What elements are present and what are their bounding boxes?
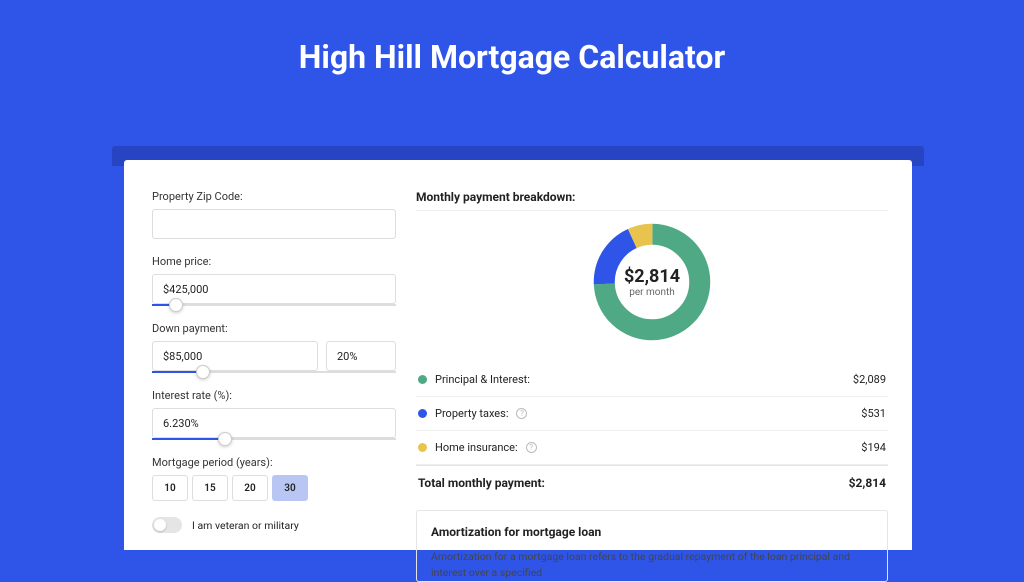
period-10[interactable]: 10 — [152, 475, 188, 501]
down-payment-slider[interactable] — [152, 371, 396, 373]
breakdown-panel: Monthly payment breakdown: $2,814 per mo… — [416, 190, 888, 550]
page-title: High Hill Mortgage Calculator — [0, 38, 1024, 76]
breakdown-title: Monthly payment breakdown: — [416, 190, 888, 204]
interest-rate-label: Interest rate (%): — [152, 389, 396, 402]
home-price-slider[interactable] — [152, 304, 396, 306]
interest-rate-input[interactable] — [152, 408, 396, 438]
legend-taxes-label: Property taxes: — [435, 407, 508, 420]
total-row: Total monthly payment: $2,814 — [416, 465, 888, 506]
veteran-toggle[interactable] — [152, 517, 182, 533]
donut-chart: $2,814 per month — [589, 219, 715, 345]
calculator-card: Property Zip Code: Home price: Down paym… — [124, 160, 912, 550]
total-label: Total monthly payment: — [418, 476, 545, 490]
donut-value: $2,814 — [624, 266, 680, 287]
legend-principal: Principal & Interest: $2,089 — [416, 363, 888, 397]
zip-label: Property Zip Code: — [152, 190, 396, 203]
period-20[interactable]: 20 — [232, 475, 268, 501]
form-panel: Property Zip Code: Home price: Down paym… — [152, 190, 396, 550]
down-payment-input[interactable] — [152, 341, 318, 371]
period-15[interactable]: 15 — [192, 475, 228, 501]
amortization-box: Amortization for mortgage loan Amortizat… — [416, 510, 888, 582]
dot-yellow — [418, 443, 427, 452]
legend-insurance: Home insurance:? $194 — [416, 431, 888, 465]
donut-sub: per month — [629, 287, 675, 298]
down-payment-label: Down payment: — [152, 322, 396, 335]
dot-blue — [418, 409, 427, 418]
legend-principal-value: $2,089 — [853, 373, 886, 386]
down-payment-pct-input[interactable] — [326, 341, 396, 371]
legend-principal-label: Principal & Interest: — [435, 373, 530, 386]
legend-taxes: Property taxes:? $531 — [416, 397, 888, 431]
veteran-label: I am veteran or military — [192, 519, 299, 532]
divider — [416, 210, 888, 211]
info-icon[interactable]: ? — [516, 408, 527, 419]
legend-insurance-value: $194 — [861, 441, 886, 454]
dot-green — [418, 375, 427, 384]
interest-rate-slider[interactable] — [152, 438, 396, 440]
amortization-title: Amortization for mortgage loan — [431, 525, 873, 539]
home-price-input[interactable] — [152, 274, 396, 304]
info-icon[interactable]: ? — [526, 442, 537, 453]
legend-insurance-label: Home insurance: — [435, 441, 518, 454]
mortgage-period-label: Mortgage period (years): — [152, 456, 396, 469]
mortgage-period-group: 10 15 20 30 — [152, 475, 396, 501]
zip-input[interactable] — [152, 209, 396, 239]
home-price-label: Home price: — [152, 255, 396, 268]
legend-taxes-value: $531 — [861, 407, 886, 420]
amortization-text: Amortization for a mortgage loan refers … — [431, 549, 873, 581]
period-30[interactable]: 30 — [272, 475, 308, 501]
total-value: $2,814 — [849, 476, 886, 490]
